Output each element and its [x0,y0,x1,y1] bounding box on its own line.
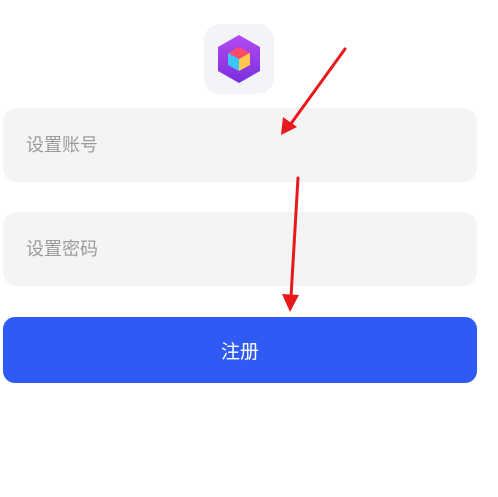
register-button[interactable]: 注册 [3,317,477,383]
account-field [3,108,477,182]
register-page: 注册 [0,0,498,497]
cube-icon [218,35,260,83]
app-logo [204,24,274,94]
password-input[interactable] [3,212,477,286]
password-field [3,212,477,286]
account-input[interactable] [3,108,477,182]
